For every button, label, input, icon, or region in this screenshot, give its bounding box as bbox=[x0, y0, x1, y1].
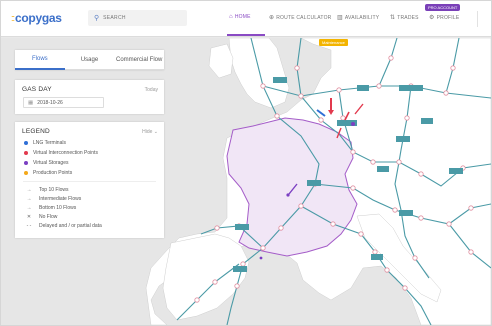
legend-flow-label: Bottom 10 Flows bbox=[39, 205, 77, 211]
legend-hide-toggle[interactable]: Hide ⌄ bbox=[142, 129, 158, 135]
legend-item-storage: Virtual Storages bbox=[24, 160, 68, 166]
legend-item-label: Production Points bbox=[33, 170, 73, 176]
legend-panel: LEGEND Hide ⌄ LNG Terminals Virtual Inte… bbox=[15, 122, 164, 238]
legend-item-vip: Virtual Interconnection Points bbox=[24, 150, 98, 156]
thick-arrow-icon: → bbox=[26, 187, 32, 193]
legend-hide-label: Hide bbox=[142, 129, 153, 135]
nav-trades[interactable]: ⇅ TRADES bbox=[390, 14, 419, 22]
legend-flow-bottom: → Bottom 10 Flows bbox=[24, 205, 77, 211]
nav-availability-label: AVAILABILITY bbox=[344, 14, 380, 21]
production-point-icon bbox=[24, 171, 28, 175]
legend-divider bbox=[23, 181, 156, 182]
chart-icon: ▥ bbox=[337, 15, 343, 21]
search-input[interactable] bbox=[103, 15, 184, 21]
date-value: 2018-10-26 bbox=[37, 99, 63, 106]
gas-day-panel: GAS DAY Today ▦ 2018-10-26 bbox=[15, 80, 164, 114]
top-bar: :: copygas ⚲ ⌂ HOME ⊕ ROUTE CALCULATOR ▥… bbox=[1, 1, 491, 37]
search-icon: ⚲ bbox=[94, 15, 100, 22]
thin-arrow-icon: → bbox=[26, 205, 32, 211]
flow-tabs: Flows Usage Commercial Flow bbox=[15, 50, 165, 70]
home-icon: ⌂ bbox=[229, 14, 233, 20]
legend-item-label: Virtual Storages bbox=[33, 160, 69, 166]
vip-icon bbox=[24, 151, 28, 155]
nav-profile[interactable]: ⚙ PROFILE bbox=[429, 14, 460, 22]
france-region[interactable] bbox=[226, 117, 358, 257]
nav-route-calculator[interactable]: ⊕ ROUTE CALCULATOR bbox=[269, 14, 332, 22]
search-box[interactable]: ⚲ bbox=[88, 10, 187, 26]
legend-item-lng: LNG Terminals bbox=[24, 140, 66, 146]
legend-flow-top: → Top 10 Flows bbox=[24, 187, 69, 193]
nav-profile-label: PROFILE bbox=[436, 14, 460, 21]
account-badge: PRO ACCOUNT bbox=[425, 4, 461, 11]
active-nav-indicator bbox=[227, 34, 265, 36]
nav-route-label: ROUTE CALCULATOR bbox=[276, 14, 332, 21]
legend-item-production: Production Points bbox=[24, 170, 72, 176]
nav-home[interactable]: ⌂ HOME bbox=[229, 14, 251, 20]
legend-flow-delayed: - - Delayed and / or partial data bbox=[24, 223, 102, 229]
calendar-icon: ▦ bbox=[28, 99, 34, 106]
legend-flow-intermediate: → Intermediate Flows bbox=[24, 196, 82, 202]
date-picker[interactable]: ▦ 2018-10-26 bbox=[23, 97, 104, 108]
nav-home-label: HOME bbox=[234, 14, 251, 20]
legend-flow-label: Top 10 Flows bbox=[39, 187, 69, 193]
trades-icon: ⇅ bbox=[390, 15, 396, 21]
legend-flow-label: No Flow bbox=[39, 214, 58, 220]
legend-flow-label: Delayed and / or partial data bbox=[39, 223, 102, 229]
lng-terminal-icon bbox=[24, 141, 28, 145]
today-link[interactable]: Today bbox=[145, 87, 158, 93]
medium-arrow-icon: → bbox=[26, 196, 32, 202]
storage-icon bbox=[24, 161, 28, 165]
legend-item-label: LNG Terminals bbox=[33, 140, 66, 146]
legend-title: LEGEND bbox=[22, 128, 50, 135]
chevron-down-icon: ⌄ bbox=[153, 129, 158, 135]
tab-usage[interactable]: Usage bbox=[64, 50, 115, 70]
logo-text: copygas bbox=[15, 11, 62, 25]
legend-item-label: Virtual Interconnection Points bbox=[33, 150, 98, 156]
map-status-badge: Maintenance bbox=[319, 39, 348, 46]
tab-commercial-flow[interactable]: Commercial Flow bbox=[114, 50, 165, 70]
legend-flow-none: ✕ No Flow bbox=[24, 214, 57, 220]
nav-trades-label: TRADES bbox=[397, 14, 419, 21]
nav-availability[interactable]: ▥ AVAILABILITY bbox=[337, 14, 380, 22]
topbar-divider bbox=[477, 11, 478, 27]
brand-logo[interactable]: :: copygas bbox=[11, 11, 62, 25]
legend-flow-label: Intermediate Flows bbox=[39, 196, 82, 202]
logo-mark-icon: :: bbox=[11, 13, 15, 23]
gas-day-title: GAS DAY bbox=[22, 86, 52, 93]
profile-icon: ⚙ bbox=[429, 15, 435, 21]
route-icon: ⊕ bbox=[269, 15, 275, 21]
no-flow-icon: ✕ bbox=[26, 214, 32, 220]
dashed-line-icon: - - bbox=[26, 223, 32, 229]
tab-flows[interactable]: Flows bbox=[15, 50, 65, 70]
